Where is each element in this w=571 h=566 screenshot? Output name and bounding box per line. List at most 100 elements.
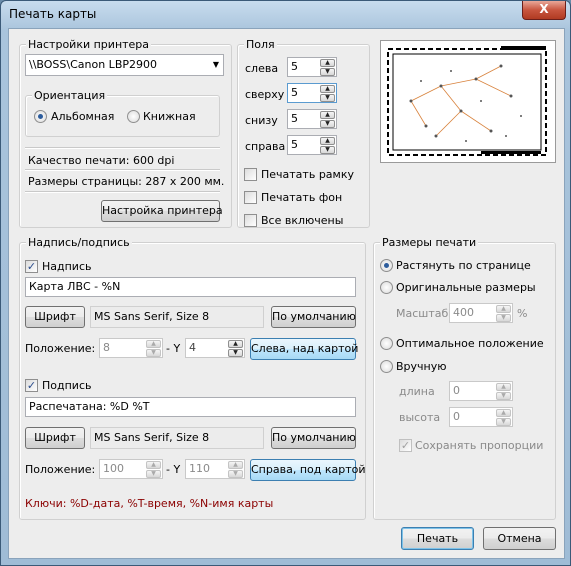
margin-left-spinner[interactable]: ▲ ▼	[320, 59, 335, 76]
all-enabled-label: Все включены	[261, 214, 344, 227]
keep-proportions-checkbox[interactable]: ✓	[399, 439, 412, 452]
margin-right-label: справа	[245, 140, 286, 153]
footer-y-value: 110	[189, 462, 210, 475]
scale-spinner[interactable]: ▲ ▼	[496, 305, 511, 322]
header-x-spinner[interactable]: ▲ ▼	[146, 340, 161, 357]
footer-position-button[interactable]: Справа, под картой	[250, 459, 366, 481]
spin-down-icon[interactable]: ▼	[320, 68, 335, 76]
margin-bottom-label: снизу	[245, 114, 278, 127]
cancel-button[interactable]: Отмена	[483, 527, 556, 550]
spin-up-icon[interactable]: ▲	[496, 383, 511, 391]
header-y-label: - Y	[166, 342, 181, 355]
footer-y-label: - Y	[166, 463, 181, 476]
margin-bottom-spinner[interactable]: ▲ ▼	[320, 111, 335, 128]
original-size-radio[interactable]	[380, 281, 393, 294]
spin-down-icon[interactable]: ▼	[496, 392, 511, 400]
printer-select[interactable]: \\BOSS\Canon LBP2900 ▼	[25, 54, 224, 76]
margin-top-value: 5	[291, 86, 298, 99]
margin-right-input[interactable]: 5 ▲ ▼	[287, 135, 337, 155]
spin-down-icon[interactable]: ▼	[320, 94, 335, 102]
height-spinner[interactable]: ▲ ▼	[496, 409, 511, 426]
footer-y-input[interactable]: 110 ▲ ▼	[185, 459, 245, 479]
header-y-input[interactable]: 4 ▲ ▼	[185, 338, 245, 358]
margin-right-value: 5	[291, 138, 298, 151]
footer-text-input[interactable]: Распечатана: %D %T	[25, 397, 356, 417]
spin-up-icon[interactable]: ▲	[496, 305, 511, 313]
spin-up-icon[interactable]: ▲	[320, 111, 335, 119]
header-checkbox[interactable]: ✓	[25, 260, 38, 273]
spin-down-icon[interactable]: ▼	[496, 418, 511, 426]
margin-left-input[interactable]: 5 ▲ ▼	[287, 57, 337, 77]
footer-checkbox[interactable]: ✓	[25, 379, 38, 392]
spin-up-icon[interactable]: ▲	[320, 85, 335, 93]
margins-title: Поля	[244, 38, 277, 51]
header-font-button[interactable]: Шрифт	[25, 306, 85, 328]
margin-top-spinner[interactable]: ▲ ▼	[320, 85, 335, 102]
print-map-dialog: Печать карты X Настройки принтера \\BOSS…	[0, 0, 571, 566]
caption-title: Надпись/подпись	[26, 236, 132, 249]
header-check-label: Надпись	[42, 260, 92, 273]
spin-down-icon[interactable]: ▼	[320, 146, 335, 154]
spin-down-icon[interactable]: ▼	[496, 314, 511, 322]
spin-up-icon[interactable]: ▲	[228, 340, 243, 348]
margin-bottom-input[interactable]: 5 ▲ ▼	[287, 109, 337, 129]
margin-top-input[interactable]: 5 ▲ ▼	[287, 83, 337, 103]
spin-down-icon[interactable]: ▼	[146, 349, 161, 357]
footer-default-button[interactable]: По умолчанию	[271, 427, 356, 449]
optimal-position-label: Оптимальное положение	[396, 337, 544, 350]
landscape-radio[interactable]	[34, 110, 47, 123]
margin-right-spinner[interactable]: ▲ ▼	[320, 137, 335, 154]
optimal-position-radio[interactable]	[380, 337, 393, 350]
portrait-radio[interactable]	[127, 110, 140, 123]
scale-label: Масштаб	[396, 307, 449, 320]
print-quality: Качество печати: 600 dpi	[28, 154, 175, 167]
manual-radio[interactable]	[380, 360, 393, 373]
length-spinner[interactable]: ▲ ▼	[496, 383, 511, 400]
spin-down-icon[interactable]: ▼	[228, 470, 243, 478]
spin-up-icon[interactable]: ▲	[146, 461, 161, 469]
spin-down-icon[interactable]: ▼	[228, 349, 243, 357]
map-preview-image	[387, 46, 547, 156]
spin-up-icon[interactable]: ▲	[320, 137, 335, 145]
margin-left-value: 5	[291, 60, 298, 73]
scale-input[interactable]: 400 ▲ ▼	[449, 303, 513, 323]
footer-font-display: MS Sans Serif, Size 8	[90, 427, 264, 449]
header-y-spinner[interactable]: ▲ ▼	[228, 340, 243, 357]
printer-setup-button[interactable]: Настройка принтера	[101, 200, 223, 222]
portrait-label: Книжная	[143, 110, 196, 123]
print-button[interactable]: Печать	[401, 527, 474, 550]
page-size: Размеры страницы: 287 x 200 мм.	[28, 175, 225, 188]
printer-select-value: \\BOSS\Canon LBP2900	[29, 58, 157, 71]
length-input[interactable]: 0 ▲ ▼	[449, 381, 513, 401]
divider	[25, 191, 220, 193]
header-x-input[interactable]: 8 ▲ ▼	[99, 338, 163, 358]
close-button[interactable]: X	[522, 1, 566, 20]
header-text-input[interactable]: Карта ЛВС - %N	[25, 277, 356, 297]
percent-label: %	[517, 307, 528, 320]
header-default-button[interactable]: По умолчанию	[271, 306, 356, 328]
height-input[interactable]: 0 ▲ ▼	[449, 407, 513, 427]
print-frame-label: Печатать рамку	[261, 168, 354, 181]
all-enabled-checkbox[interactable]	[244, 214, 257, 227]
original-size-label: Оригинальные размеры	[396, 281, 536, 294]
footer-y-spinner[interactable]: ▲ ▼	[228, 461, 243, 478]
spin-up-icon[interactable]: ▲	[228, 461, 243, 469]
spin-down-icon[interactable]: ▼	[320, 120, 335, 128]
footer-x-spinner[interactable]: ▲ ▼	[146, 461, 161, 478]
header-position-button[interactable]: Слева, над картой	[250, 338, 358, 360]
spin-up-icon[interactable]: ▲	[146, 340, 161, 348]
window-title: Печать карты	[9, 7, 97, 21]
footer-x-input[interactable]: 100 ▲ ▼	[99, 459, 163, 479]
print-background-checkbox[interactable]	[244, 191, 257, 204]
spin-up-icon[interactable]: ▲	[496, 409, 511, 417]
divider	[25, 147, 220, 149]
landscape-label: Альбомная	[51, 110, 115, 123]
print-frame-checkbox[interactable]	[244, 168, 257, 181]
footer-font-button[interactable]: Шрифт	[25, 427, 85, 449]
orientation-title: Ориентация	[32, 89, 108, 102]
dialog-client: Настройки принтера \\BOSS\Canon LBP2900 …	[8, 28, 565, 559]
print-preview	[380, 40, 556, 163]
fit-page-radio[interactable]	[380, 259, 393, 272]
spin-up-icon[interactable]: ▲	[320, 59, 335, 67]
spin-down-icon[interactable]: ▼	[146, 470, 161, 478]
